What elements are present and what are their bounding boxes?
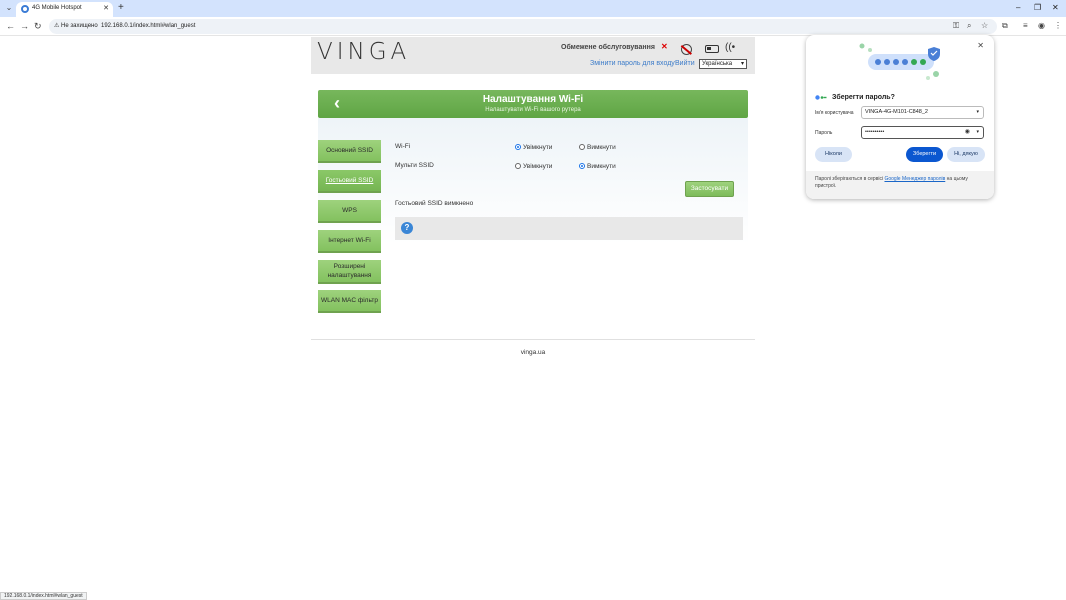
password-value: •••••••••• xyxy=(865,129,885,135)
username-label: Ім'я користувача xyxy=(815,110,854,116)
wifi-label: Wi-Fi xyxy=(395,143,411,150)
sidebar-item-mac-filter[interactable]: WLAN MAC фільтр xyxy=(318,290,381,313)
multi-ssid-on-label[interactable]: Увімкнути xyxy=(523,163,552,170)
bookmark-star-icon[interactable]: ☆ xyxy=(981,21,988,31)
logout-link[interactable]: Вийти xyxy=(675,60,695,67)
help-icon[interactable]: ? xyxy=(401,222,413,234)
wifi-off-label[interactable]: Вимкнути xyxy=(587,144,616,151)
save-button[interactable]: Зберегти xyxy=(906,147,943,162)
security-chip[interactable]: ⚠ Не захищено xyxy=(54,22,98,29)
tab-active[interactable]: 4G Mobile Hotspot ✕ xyxy=(16,2,113,17)
multi-ssid-label: Мульти SSID xyxy=(395,162,434,169)
password-field[interactable]: •••••••••• ◉ ▾ xyxy=(861,126,984,139)
battery-icon xyxy=(705,45,719,53)
dialog-close-icon[interactable]: ✕ xyxy=(977,41,984,50)
profile-icon[interactable]: ◉ xyxy=(1038,21,1045,31)
window-close-icon[interactable]: ✕ xyxy=(1052,2,1059,14)
page-title: Налаштування Wi-Fi xyxy=(482,94,584,105)
tab-search-icon[interactable]: ⌄ xyxy=(4,3,14,13)
sidebar-item-guest-ssid[interactable]: Гостьовий SSID xyxy=(318,170,381,193)
multi-ssid-off-radio[interactable] xyxy=(579,163,585,169)
never-button[interactable]: Ніколи xyxy=(815,147,852,162)
tab-title: 4G Mobile Hotspot xyxy=(32,5,82,11)
multi-ssid-on-radio[interactable] xyxy=(515,163,521,169)
page-subtitle: Налаштувати Wi-Fi вашого рутера xyxy=(485,107,581,113)
service-status: Обмежене обслуговування xyxy=(561,44,655,51)
maximize-icon[interactable]: ❐ xyxy=(1034,2,1041,14)
password-manager-icon xyxy=(815,95,827,100)
page-banner: ‹ Налаштування Wi-Fi Налаштувати Wi-Fi в… xyxy=(318,90,748,118)
favicon-icon xyxy=(21,5,29,13)
no-thanks-button[interactable]: Ні, дякую xyxy=(947,147,985,162)
wifi-signal-icon: ((• xyxy=(725,42,736,53)
password-illustration-icon xyxy=(859,43,940,80)
sim-error-icon: ✕ xyxy=(661,42,668,51)
password-manager-link[interactable]: Google Менеджер паролів xyxy=(884,176,945,182)
address-bar[interactable]: ⚠ Не захищено 192.168.0.1/index.html#wla… xyxy=(49,19,997,34)
language-value: Українська xyxy=(702,61,733,67)
footer-prefix: Паролі зберігаються в сервісі xyxy=(815,176,885,182)
language-select[interactable]: Українська ▾ xyxy=(699,59,747,69)
reload-icon[interactable]: ↻ xyxy=(34,20,42,32)
sidebar-item-wps[interactable]: WPS xyxy=(318,200,381,223)
status-bar-url: 192.168.0.1/index.html#wlan_guest xyxy=(0,592,87,600)
wifi-on-label[interactable]: Увімкнути xyxy=(523,144,552,151)
save-password-dialog: ✕ Зберегти пароль? Ім'я користувача VING… xyxy=(806,35,994,199)
dialog-title: Зберегти пароль? xyxy=(832,94,895,101)
main-content: Основний SSID Гостьовий SSID WPS Інтерне… xyxy=(318,118,748,328)
show-password-icon[interactable]: ◉ xyxy=(965,127,970,138)
zoom-icon[interactable]: ⌕ xyxy=(967,21,971,31)
footer-site: vinga.ua xyxy=(520,349,546,356)
url-text[interactable]: 192.168.0.1/index.html#wlan_guest xyxy=(101,23,195,29)
security-label: Не захищено xyxy=(61,23,98,29)
username-value: VINGA-4G-M101-C848_2 xyxy=(865,109,928,115)
username-dropdown-icon[interactable]: ▾ xyxy=(976,107,979,118)
chevron-down-icon: ▾ xyxy=(740,61,744,67)
wifi-on-radio[interactable] xyxy=(515,144,521,150)
sidebar-item-internet-wifi[interactable]: Інтернет Wi-Fi xyxy=(318,230,381,253)
wifi-off-radio[interactable] xyxy=(579,144,585,150)
minimize-icon[interactable]: – xyxy=(1016,2,1020,14)
tab-strip: ⌄ 4G Mobile Hotspot ✕ + – ❐ ✕ xyxy=(0,0,1066,17)
password-key-icon[interactable]: ⚿ xyxy=(953,21,959,31)
no-internet-icon xyxy=(681,44,692,55)
extensions-icon[interactable]: ⧉ xyxy=(1002,21,1008,31)
page-header: VINGA Обмежене обслуговування ✕ ((• Змін… xyxy=(311,37,755,74)
vinga-logo: VINGA xyxy=(317,39,411,65)
sidebar-item-advanced[interactable]: Розширені налаштування xyxy=(318,260,381,284)
new-tab-button[interactable]: + xyxy=(118,2,124,14)
forward-icon[interactable]: → xyxy=(20,20,29,32)
media-icon[interactable]: ≡ xyxy=(1023,21,1028,31)
browser-toolbar: ← → ↻ ⚠ Не захищено 192.168.0.1/index.ht… xyxy=(0,17,1066,36)
footer-divider xyxy=(311,339,755,340)
username-field[interactable]: VINGA-4G-M101-C848_2 ▾ xyxy=(861,106,984,119)
password-dropdown-icon[interactable]: ▾ xyxy=(976,127,979,138)
sidebar-item-main-ssid[interactable]: Основний SSID xyxy=(318,140,381,163)
apply-button[interactable]: Застосувати xyxy=(685,181,734,197)
guest-ssid-status: Гостьовий SSID вимкнено xyxy=(395,200,474,207)
multi-ssid-off-label[interactable]: Вимкнути xyxy=(587,163,616,170)
password-label: Пароль xyxy=(815,130,833,136)
back-icon[interactable]: ← xyxy=(6,20,15,32)
change-password-link[interactable]: Змінити пароль для входу xyxy=(590,60,675,67)
dialog-footer: Паролі зберігаються в сервісі Google Мен… xyxy=(806,171,994,199)
help-panel: ? xyxy=(395,217,743,240)
menu-icon[interactable]: ⋮ xyxy=(1054,21,1062,31)
tab-close-icon[interactable]: ✕ xyxy=(103,4,109,12)
